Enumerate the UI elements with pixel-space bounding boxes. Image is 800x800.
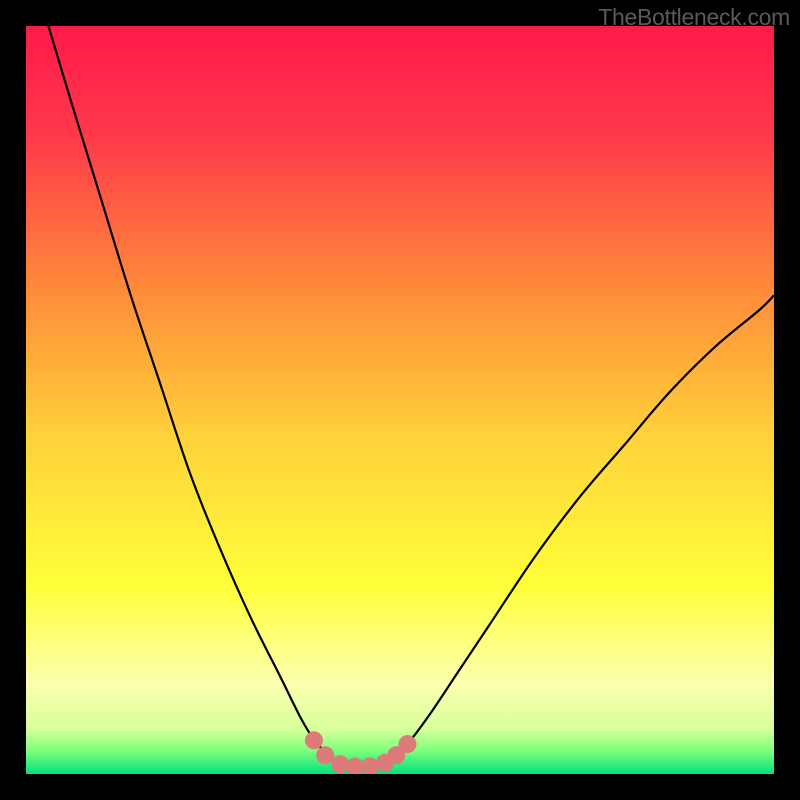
highlight-dot [316, 746, 334, 764]
highlight-dot [398, 735, 416, 753]
plot-area [26, 26, 774, 774]
watermark-text: TheBottleneck.com [598, 4, 790, 31]
highlight-dot [305, 731, 323, 749]
chart-frame: TheBottleneck.com [0, 0, 800, 800]
chart-svg [26, 26, 774, 774]
